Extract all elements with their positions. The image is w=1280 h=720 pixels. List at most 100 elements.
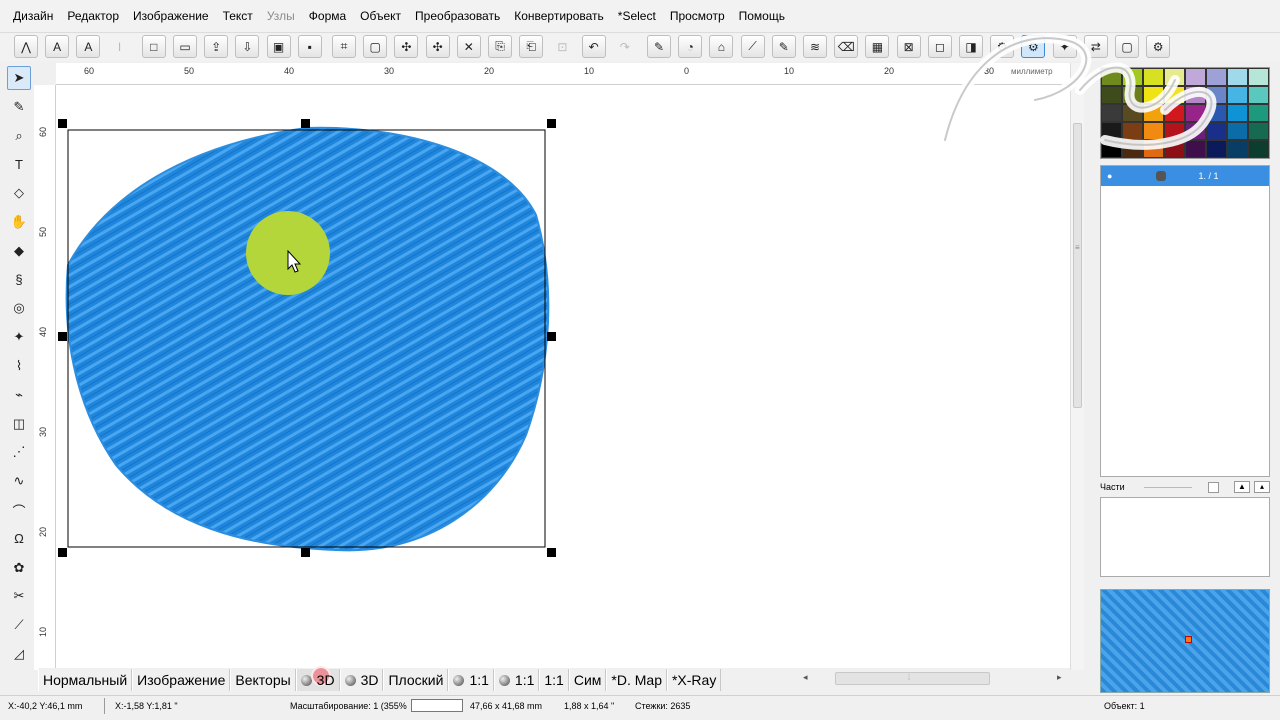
eye-icon[interactable]: ●	[1107, 171, 1112, 181]
paste-icon[interactable]: ⎗	[519, 35, 544, 58]
layers-icon[interactable]: ≋	[803, 35, 827, 58]
palette-swatch[interactable]	[1143, 140, 1164, 158]
horizontal-scroll-thumb[interactable]: ⦙	[835, 672, 990, 685]
menu-item-3[interactable]: Текст	[216, 9, 260, 23]
bezier-icon[interactable]: ⌒	[7, 498, 31, 522]
palette-swatch[interactable]	[1248, 68, 1269, 86]
window-icon[interactable]: ▢	[1115, 35, 1139, 58]
palette-swatch[interactable]	[1101, 122, 1122, 140]
text-a-icon[interactable]: A	[45, 35, 70, 58]
run-stitch-icon[interactable]: ∿	[7, 469, 31, 493]
palette-swatch[interactable]	[1185, 86, 1206, 104]
lasso-icon[interactable]: ◇	[7, 181, 31, 205]
export-2-icon[interactable]: ⇄	[1083, 35, 1108, 58]
menu-item-7[interactable]: Преобразовать	[408, 9, 507, 23]
menu-item-1[interactable]: Редактор	[60, 9, 126, 23]
menu-item-4[interactable]: Узлы	[260, 9, 302, 23]
palette-swatch[interactable]	[1206, 68, 1227, 86]
monogram-icon[interactable]: Ω	[7, 527, 31, 551]
fill-icon[interactable]: ◆	[7, 239, 31, 263]
handle-tl[interactable]	[58, 119, 67, 128]
palette-swatch[interactable]	[1122, 122, 1143, 140]
sparkle-select-2-icon[interactable]: ✣	[425, 35, 450, 58]
gear-icon[interactable]: ⚙	[990, 35, 1015, 58]
palette-swatch[interactable]	[1101, 104, 1122, 122]
palette-swatch[interactable]	[1143, 122, 1164, 140]
palette-swatch[interactable]	[1206, 140, 1227, 158]
menu-item-10[interactable]: Просмотр	[663, 9, 732, 23]
palette-swatch[interactable]	[1164, 104, 1185, 122]
blue-fill-shape[interactable]	[65, 126, 550, 552]
knife-icon[interactable]: ⟋	[7, 613, 31, 637]
view-tab-6[interactable]: 1:1	[448, 669, 494, 691]
palette-swatch[interactable]	[1101, 140, 1122, 158]
menu-item-11[interactable]: Помощь	[732, 9, 792, 23]
layer-row[interactable]: ● 1. / 1	[1101, 166, 1269, 186]
redo-icon[interactable]: ↷	[613, 35, 637, 58]
design-canvas[interactable]	[56, 85, 1070, 670]
view-tab-8[interactable]: 1:1	[539, 669, 569, 691]
new-document-icon[interactable]: □	[141, 35, 166, 58]
node-edit-icon[interactable]: ✎	[647, 35, 671, 58]
frame-icon[interactable]: ◻	[927, 35, 952, 58]
palette-swatch[interactable]	[1164, 68, 1185, 86]
copy-icon[interactable]: ⎘	[488, 35, 512, 58]
checkbox-icon[interactable]	[1208, 482, 1219, 493]
palette-swatch[interactable]	[1122, 140, 1143, 158]
palette-swatch[interactable]	[1185, 68, 1206, 86]
column-icon[interactable]: ◫	[7, 412, 31, 436]
grid-icon[interactable]: ▦	[865, 35, 890, 58]
ornament-icon[interactable]: ✿	[7, 556, 31, 580]
zoom-icon[interactable]: ⌕	[7, 124, 31, 148]
undo-icon[interactable]: ↶	[581, 35, 606, 58]
select-all-icon[interactable]: ⌗	[332, 35, 356, 58]
view-tab-7[interactable]: 1:1	[493, 669, 540, 691]
view-tab-1[interactable]: Изображение	[132, 669, 231, 691]
view-tab-0[interactable]: Нормальный	[38, 669, 133, 691]
import-icon[interactable]: ⇪	[204, 35, 229, 58]
edit-icon[interactable]: ✎	[771, 35, 796, 58]
palette-swatch[interactable]	[1227, 140, 1248, 158]
expand-icon[interactable]: ▴	[1254, 481, 1270, 493]
settings-icon[interactable]: ⚙	[1146, 35, 1171, 58]
tatami-icon[interactable]: ⌁	[7, 383, 31, 407]
view-tab-4[interactable]: 3D	[339, 669, 384, 691]
palette-swatch[interactable]	[1143, 86, 1164, 104]
eraser-icon[interactable]: ⌫	[834, 35, 859, 58]
palette-swatch[interactable]	[1248, 86, 1269, 104]
view-tab-3[interactable]: 3D	[295, 666, 340, 691]
palette-swatch[interactable]	[1101, 68, 1122, 86]
sparkle-select-icon[interactable]: ✣	[394, 35, 419, 58]
palette-swatch[interactable]	[1185, 104, 1206, 122]
menu-item-2[interactable]: Изображение	[126, 9, 216, 23]
handle-mr[interactable]	[547, 332, 556, 341]
palette-swatch[interactable]	[1164, 86, 1185, 104]
ruler-icon[interactable]: ◿	[7, 642, 31, 666]
handle-br[interactable]	[547, 548, 556, 557]
circle-tool-icon[interactable]: ◎	[7, 296, 31, 320]
palette-swatch[interactable]	[1122, 86, 1143, 104]
palette-swatch[interactable]	[1164, 122, 1185, 140]
save-icon[interactable]: ▪	[297, 35, 322, 58]
text-vertical-icon[interactable]: I	[108, 35, 132, 58]
zigzag-icon[interactable]: ⋰	[7, 440, 31, 464]
scroll-right-icon[interactable]: ▸	[1057, 672, 1062, 683]
delete-icon[interactable]: ✕	[456, 35, 481, 58]
gear-2-icon[interactable]: ⚙	[1021, 35, 1046, 58]
menu-item-9[interactable]: *Select	[611, 9, 663, 23]
view-tab-9[interactable]: Сим	[568, 669, 607, 691]
export-icon[interactable]: ⇩	[235, 35, 260, 58]
vertical-scroll-thumb[interactable]	[1073, 123, 1082, 408]
menu-item-5[interactable]: Форма	[302, 9, 353, 23]
node-tool-icon[interactable]: ✎	[7, 95, 31, 119]
palette-swatch[interactable]	[1248, 104, 1269, 122]
selection-icon[interactable]: ◨	[959, 35, 983, 58]
lock-icon[interactable]: ⊡	[550, 35, 574, 58]
menu-item-8[interactable]: Конвертировать	[507, 9, 611, 23]
hand-icon[interactable]: ✋	[7, 210, 31, 234]
palette-swatch[interactable]	[1122, 68, 1143, 86]
horizontal-scrollbar[interactable]: ◂ ⦙ ▸	[800, 670, 1070, 688]
menu-item-0[interactable]: Дизайн	[6, 9, 60, 23]
palette-swatch[interactable]	[1206, 86, 1227, 104]
measure-icon[interactable]: ◔	[678, 35, 703, 58]
